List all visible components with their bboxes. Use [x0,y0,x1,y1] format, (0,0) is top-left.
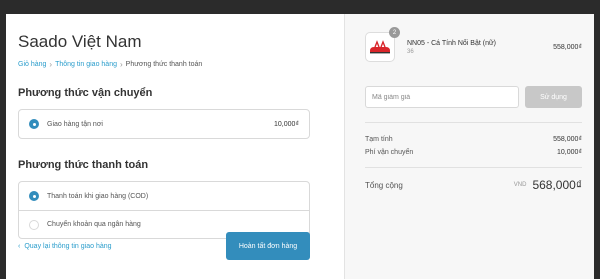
chevron-right-icon: › [49,60,53,69]
shipping-option-delivery[interactable]: Giao hàng tận nơi 10,000₫ [19,110,309,138]
shipping-fee-line: Phí vận chuyển 10,000₫ [365,146,582,159]
product-variant: 36 [407,48,414,55]
order-summary: 2 NN05 - Cá Tính Nổi Bật (nữ) 36 558,000… [344,14,594,279]
payment-section-title: Phương thức thanh toán [18,159,149,171]
back-link-label: Quay lại thông tin giao hàng [24,242,112,250]
chevron-right-icon: › [119,60,123,69]
store-title: Saado Việt Nam [18,32,142,51]
shipping-option-price: 10,000₫ [273,120,299,128]
payment-option-label: Thanh toán khi giao hàng (COD) [47,192,149,200]
discount-code-input[interactable] [365,86,519,108]
product-thumbnail: 2 [365,27,400,62]
shipping-fee-value: 10,000₫ [556,149,582,156]
breadcrumb-cart[interactable]: Giỏ hàng [18,61,46,68]
checkout-footer: ‹ Quay lại thông tin giao hàng Hoàn tất … [18,232,310,260]
checkout-window: Saado Việt Nam Giỏ hàng › Thông tin giao… [6,14,594,279]
radio-selected[interactable] [29,119,39,129]
red-sandal-image [370,40,390,54]
shipping-option-label: Giao hàng tận nơi [47,120,103,128]
payment-options: Thanh toán khi giao hàng (COD) Chuyển kh… [18,181,310,239]
product-name: NN05 - Cá Tính Nổi Bật (nữ) [407,39,496,47]
radio-unselected[interactable] [29,219,39,230]
total-amount: 568,000₫ [532,178,582,192]
price-lines: Tạm tính 558,000₫ Phí vận chuyển 10,000₫ [365,123,582,167]
quantity-badge: 2 [389,27,400,38]
order-product: 2 NN05 - Cá Tính Nổi Bật (nữ) 36 558,000… [365,27,582,62]
product-price: 558,000₫ [553,43,582,51]
back-to-shipping-link[interactable]: ‹ Quay lại thông tin giao hàng [18,243,112,250]
shipping-fee-label: Phí vận chuyển [365,149,414,156]
product-info: NN05 - Cá Tính Nổi Bật (nữ) 36 [407,40,553,55]
subtotal-value: 558,000₫ [553,136,582,143]
shipping-options: Giao hàng tận nơi 10,000₫ [18,109,310,139]
subtotal-label: Tạm tính [365,136,393,143]
chevron-left-icon: ‹ [18,242,21,250]
radio-selected[interactable] [29,191,39,201]
payment-option-label: Chuyển khoản qua ngân hàng [47,221,141,228]
currency-code: VND [513,182,527,188]
subtotal-line: Tạm tính 558,000₫ [365,133,582,146]
total-line: Tổng cộng VND 568,000₫ [365,168,582,192]
total-label: Tổng cộng [365,180,403,190]
breadcrumb-payment: Phương thức thanh toán [125,61,203,68]
shipping-section-title: Phương thức vận chuyển [18,87,153,99]
breadcrumb: Giỏ hàng › Thông tin giao hàng › Phương … [18,60,344,69]
breadcrumb-shipping-info[interactable]: Thông tin giao hàng [55,61,117,68]
payment-option-cod[interactable]: Thanh toán khi giao hàng (COD) [19,182,309,210]
total-value-group: VND 568,000₫ [514,178,582,192]
complete-order-button[interactable]: Hoàn tất đơn hàng [226,232,310,260]
discount-form: Sử dụng [365,86,582,108]
checkout-main: Saado Việt Nam Giỏ hàng › Thông tin giao… [6,14,344,279]
apply-discount-button[interactable]: Sử dụng [525,86,582,108]
